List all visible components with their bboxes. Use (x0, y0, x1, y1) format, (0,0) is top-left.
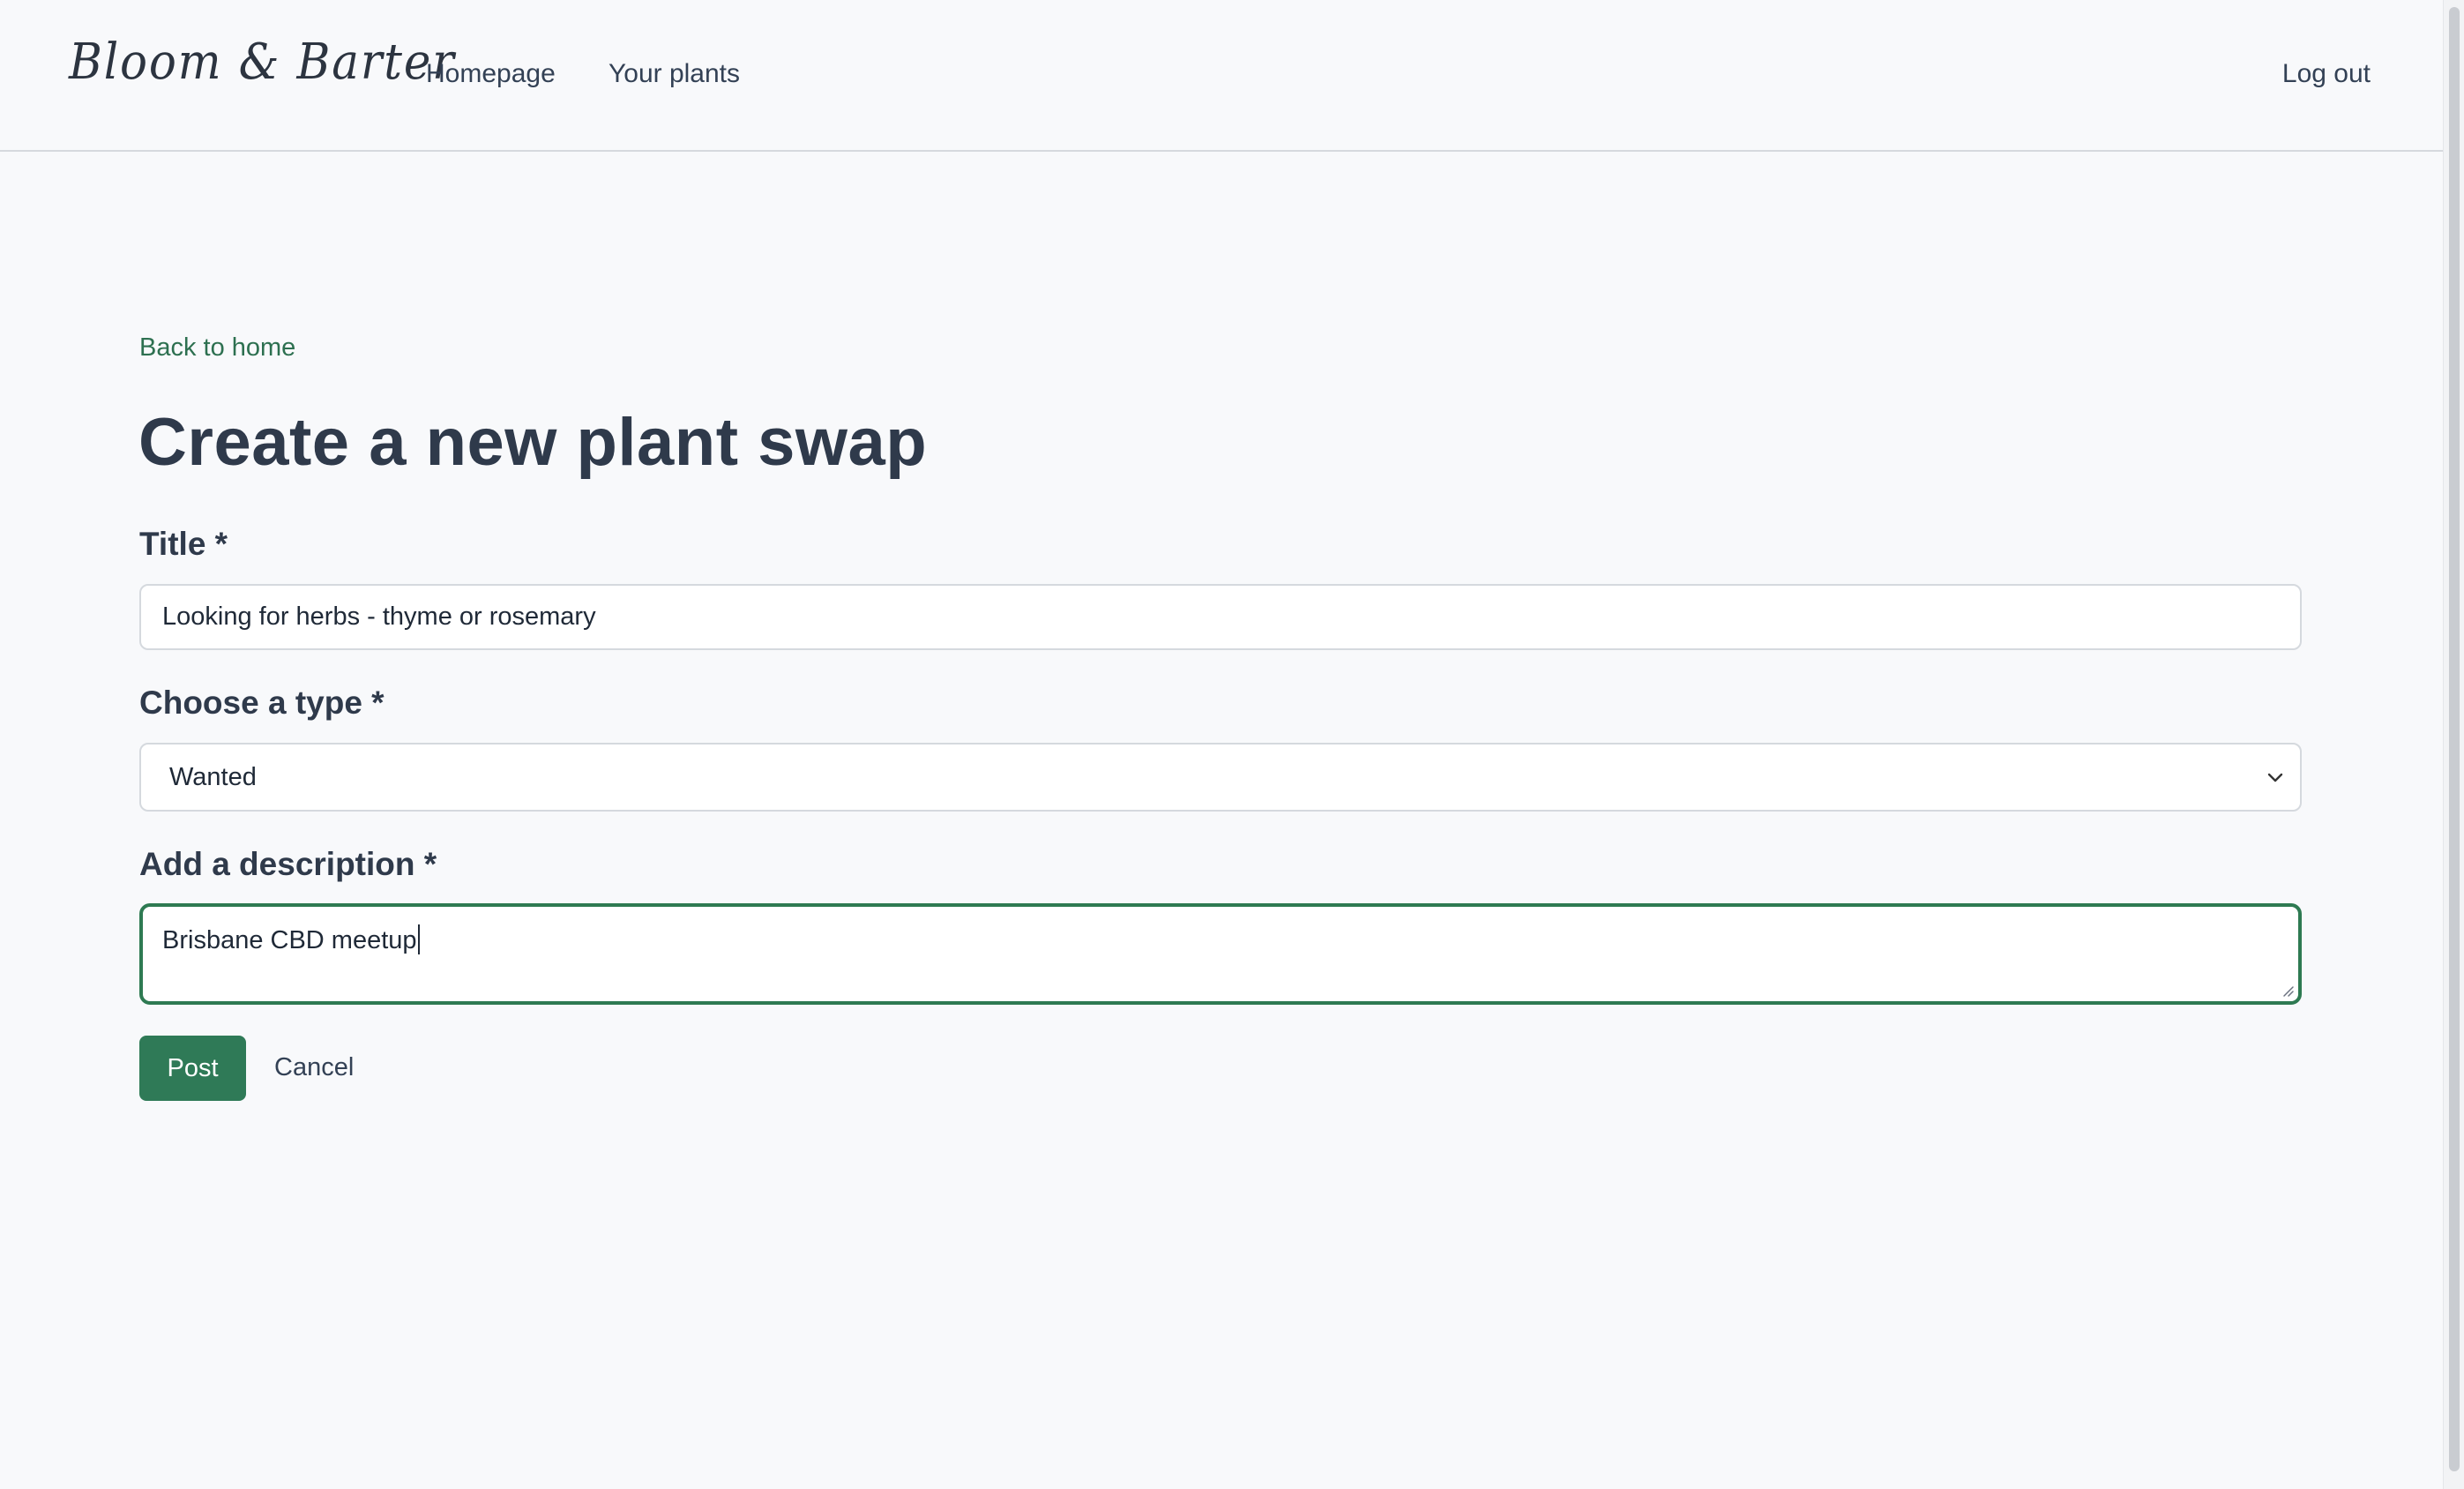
scrollbar-thumb[interactable] (2449, 7, 2460, 1471)
nav-link-homepage[interactable]: Homepage (426, 56, 556, 92)
type-label: Choose a type * (139, 685, 385, 721)
description-label: Add a description * (139, 846, 437, 882)
title-input[interactable] (139, 584, 2302, 650)
type-select[interactable]: Wanted (139, 743, 2302, 812)
page: Bloom & Barter Homepage Your plants Log … (0, 0, 2464, 1489)
title-label: Title * (139, 526, 228, 562)
text-caret (417, 924, 420, 954)
back-to-home-link[interactable]: Back to home (139, 330, 295, 365)
cancel-link[interactable]: Cancel (274, 1050, 354, 1085)
resize-grip-icon[interactable] (2281, 984, 2295, 998)
nav-link-your-plants[interactable]: Your plants (609, 56, 740, 92)
chevron-down-icon (2267, 773, 2283, 782)
description-text: Brisbane CBD meetup (162, 926, 417, 954)
brand-logo[interactable]: Bloom & Barter (69, 34, 456, 91)
logout-link[interactable]: Log out (2282, 56, 2371, 92)
top-navbar: Bloom & Barter Homepage Your plants Log … (0, 0, 2443, 152)
description-textarea[interactable]: Brisbane CBD meetup (139, 903, 2302, 1005)
type-select-value: Wanted (169, 762, 257, 791)
post-button[interactable]: Post (139, 1036, 246, 1101)
page-title: Create a new plant swap (138, 405, 928, 480)
vertical-scrollbar[interactable] (2443, 0, 2464, 1489)
